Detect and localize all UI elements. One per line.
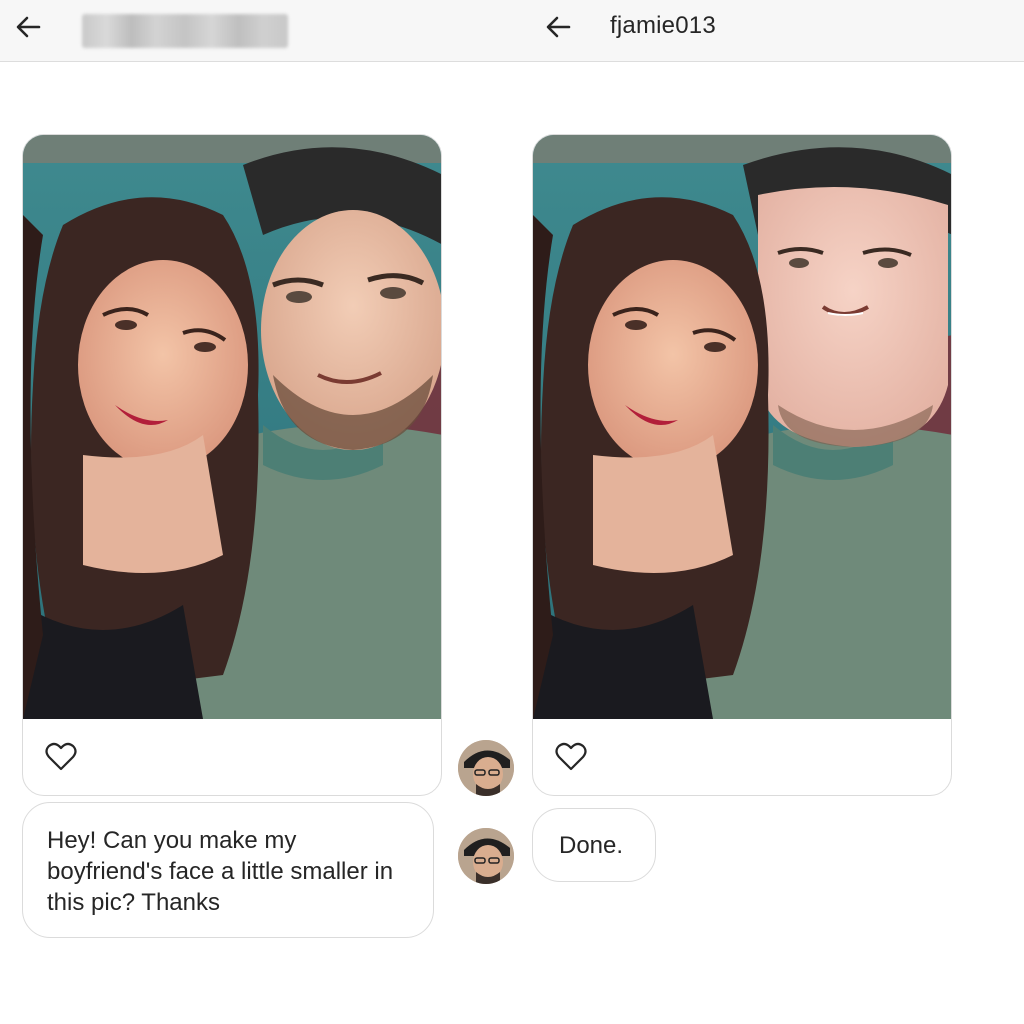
sender-avatar[interactable] xyxy=(458,740,514,796)
avatar-image xyxy=(458,740,514,796)
chat-username[interactable]: fjamie013 xyxy=(610,12,716,40)
edited-photo-message[interactable] xyxy=(532,134,952,796)
avatar-image xyxy=(458,828,514,884)
like-button-edited[interactable] xyxy=(553,739,589,775)
request-message-bubble[interactable]: Hey! Can you make my boyfriend's face a … xyxy=(22,802,434,938)
arrow-left-icon xyxy=(16,16,41,38)
reply-message-bubble[interactable]: Done. xyxy=(532,808,656,882)
heart-icon xyxy=(45,742,77,771)
sender-avatar[interactable] xyxy=(458,828,514,884)
back-button-left[interactable] xyxy=(10,9,46,45)
heart-icon xyxy=(555,742,587,771)
couple-selfie-image xyxy=(23,135,441,719)
original-photo-message[interactable] xyxy=(22,134,442,796)
original-photo[interactable] xyxy=(23,135,441,719)
edited-photo[interactable] xyxy=(533,135,951,719)
header-bar: fjamie013 xyxy=(0,0,1024,62)
blurred-username xyxy=(82,14,288,48)
back-button-right[interactable] xyxy=(540,9,576,45)
arrow-left-icon xyxy=(546,16,571,38)
like-button-original[interactable] xyxy=(43,739,79,775)
chat-comparison: fjamie013 Hey! Can you make my boyfriend… xyxy=(0,0,1024,1024)
edited-couple-image xyxy=(533,135,951,719)
